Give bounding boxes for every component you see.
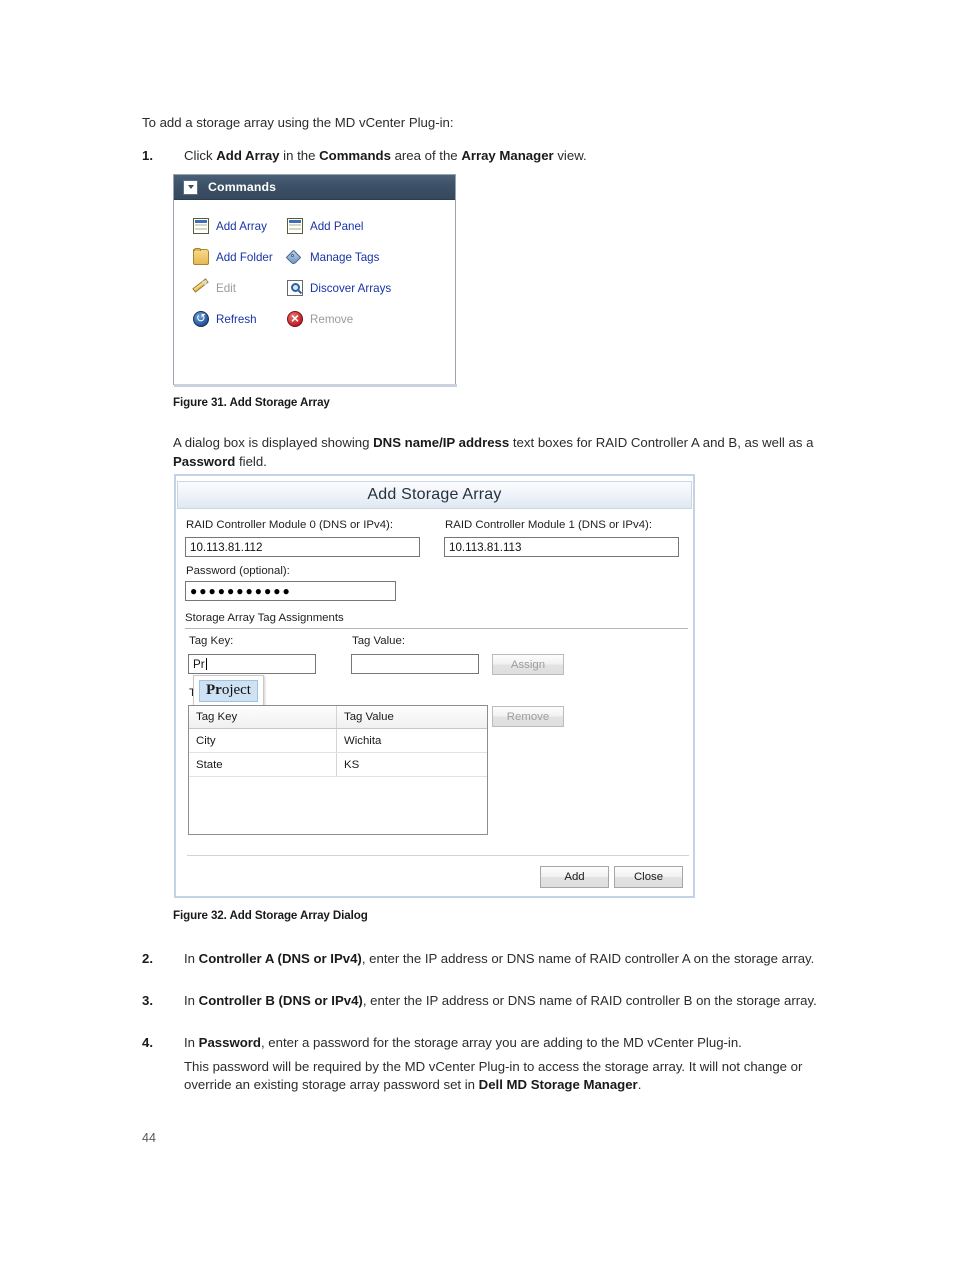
- table-header-tag-value: Tag Value: [344, 711, 394, 723]
- step-3-bold-controller-b: Controller B (DNS or IPv4): [198, 993, 363, 1008]
- panel-shadow: [174, 384, 457, 387]
- table-header-row: Tag Key Tag Value: [189, 706, 487, 729]
- step-2: 2. In Controller A (DNS or IPv4), enter …: [142, 950, 842, 969]
- command-discover-arrays-label: Discover Arrays: [310, 281, 392, 295]
- password-masked-value: ●●●●●●●●●●●: [190, 584, 292, 598]
- tag-icon: [287, 249, 303, 265]
- pencil-icon: [193, 280, 209, 296]
- table-cell-tag-value: KS: [344, 758, 360, 771]
- add-array-icon: [193, 218, 209, 234]
- step-2-number: 2.: [142, 951, 153, 966]
- step-4-number: 4.: [142, 1035, 153, 1050]
- table-header-tag-key: Tag Key: [189, 706, 337, 728]
- step-2-bold-controller-a: Controller A (DNS or IPv4): [198, 951, 362, 966]
- step-2-text: In Controller A (DNS or IPv4), enter the…: [184, 951, 815, 966]
- autocomplete-remainder: oject: [221, 682, 251, 698]
- dialog-title: Add Storage Array: [367, 486, 502, 503]
- commands-panel-body: Add Array Add Panel Add Folder Manage Ta…: [174, 200, 455, 384]
- command-add-panel-label: Add Panel: [310, 219, 364, 233]
- command-add-array-label: Add Array: [216, 219, 267, 233]
- step-1: 1. Click Add Array in the Commands area …: [142, 147, 842, 166]
- tag-assignments-table[interactable]: Tag Key Tag Value City Wichita State KS: [188, 705, 488, 835]
- step-3-number: 3.: [142, 993, 153, 1008]
- assign-button[interactable]: Assign: [492, 654, 564, 675]
- tag-value-label: Tag Value:: [352, 635, 405, 647]
- bold-dns-name-ip: DNS name/IP address: [373, 435, 510, 450]
- step-3: 3. In Controller B (DNS or IPv4), enter …: [142, 992, 842, 1011]
- tag-key-autocomplete-popup[interactable]: Project: [193, 675, 264, 708]
- commands-panel-title: Commands: [208, 180, 277, 194]
- remove-icon: [287, 310, 303, 327]
- figure-31-caption: Figure 31. Add Storage Array: [173, 396, 330, 409]
- step-4-subtext: This password will be required by the MD…: [184, 1058, 803, 1093]
- step-4: 4. In Password, enter a password for the…: [142, 1034, 842, 1095]
- command-edit-label: Edit: [216, 281, 236, 295]
- text-caret: [205, 658, 207, 670]
- intro-paragraph: To add a storage array using the MD vCen…: [142, 115, 454, 130]
- command-manage-tags[interactable]: Manage Tags: [287, 249, 379, 265]
- remove-button[interactable]: Remove: [492, 706, 564, 727]
- command-remove-label: Remove: [310, 312, 354, 326]
- add-button[interactable]: Add: [540, 866, 609, 888]
- command-add-panel[interactable]: Add Panel: [287, 218, 364, 234]
- step-3-text: In Controller B (DNS or IPv4), enter the…: [184, 993, 817, 1008]
- password-input[interactable]: ●●●●●●●●●●●: [185, 581, 396, 601]
- dialog-content: RAID Controller Module 0 (DNS or IPv4): …: [177, 510, 692, 895]
- controller1-input[interactable]: 10.113.81.113: [444, 537, 679, 557]
- table-cell-tag-key: City: [189, 729, 337, 752]
- table-row[interactable]: City Wichita: [189, 729, 487, 753]
- tag-assignments-group-label: Storage Array Tag Assignments: [185, 612, 344, 624]
- command-discover-arrays[interactable]: Discover Arrays: [287, 280, 391, 296]
- paragraph-dialog-description-text: A dialog box is displayed showing DNS na…: [173, 435, 814, 469]
- figure-32-add-storage-array-dialog: · · · · · · · · · · · · · · · · · · · · …: [174, 474, 695, 898]
- step-1-bold-commands: Commands: [319, 148, 391, 163]
- command-refresh[interactable]: Refresh: [193, 310, 257, 327]
- close-button[interactable]: Close: [614, 866, 683, 888]
- step-1-bold-add-array: Add Array: [216, 148, 280, 163]
- command-add-folder-label: Add Folder: [216, 250, 273, 264]
- controller0-input[interactable]: 10.113.81.112: [185, 537, 420, 557]
- chevron-down-icon[interactable]: [183, 179, 198, 195]
- dialog-title-bar: Add Storage Array: [177, 481, 692, 509]
- step-4-bold-password: Password: [198, 1035, 261, 1050]
- table-cell-tag-value: Wichita: [344, 734, 382, 747]
- step-1-bold-array-manager: Array Manager: [461, 148, 554, 163]
- footer-divider: [187, 855, 689, 856]
- controller1-label: RAID Controller Module 1 (DNS or IPv4):: [445, 519, 652, 531]
- step-4-text: In Password, enter a password for the st…: [184, 1035, 742, 1050]
- tag-key-input[interactable]: Pr: [188, 654, 316, 674]
- group-separator: [185, 628, 688, 629]
- command-refresh-label: Refresh: [216, 312, 257, 326]
- tag-key-value: Pr: [193, 657, 205, 671]
- commands-panel-header: Commands: [174, 175, 455, 200]
- command-add-folder[interactable]: Add Folder: [193, 248, 273, 265]
- table-row[interactable]: State KS: [189, 753, 487, 777]
- magnifier-icon: [287, 280, 303, 296]
- document-page: To add a storage array using the MD vCen…: [0, 0, 954, 1268]
- add-folder-icon: [193, 248, 209, 265]
- autocomplete-option-project[interactable]: Project: [199, 680, 258, 702]
- step-4-bold-dell-md-storage-manager: Dell MD Storage Manager: [478, 1077, 638, 1092]
- password-label: Password (optional):: [186, 565, 290, 577]
- refresh-icon: [193, 310, 209, 327]
- tag-key-label: Tag Key:: [189, 635, 234, 647]
- add-panel-icon: [287, 218, 303, 234]
- table-cell-tag-key: State: [189, 753, 337, 776]
- paragraph-dialog-description: A dialog box is displayed showing DNS na…: [173, 434, 833, 471]
- autocomplete-matched-prefix: Pr: [206, 682, 222, 698]
- step-1-number: 1.: [142, 148, 153, 163]
- command-remove: Remove: [287, 310, 354, 327]
- controller0-label: RAID Controller Module 0 (DNS or IPv4):: [186, 519, 393, 531]
- bold-password: Password: [173, 453, 236, 469]
- step-1-text: Click Add Array in the Commands area of …: [184, 148, 587, 163]
- page-number: 44: [142, 1131, 156, 1145]
- figure-31-commands-panel: Commands Add Array Add Panel Add Folder …: [173, 174, 457, 387]
- command-edit: Edit: [193, 280, 236, 296]
- figure-32-caption: Figure 32. Add Storage Array Dialog: [173, 909, 368, 922]
- command-add-array[interactable]: Add Array: [193, 218, 267, 234]
- tag-value-input[interactable]: [351, 654, 479, 674]
- command-manage-tags-label: Manage Tags: [310, 250, 380, 264]
